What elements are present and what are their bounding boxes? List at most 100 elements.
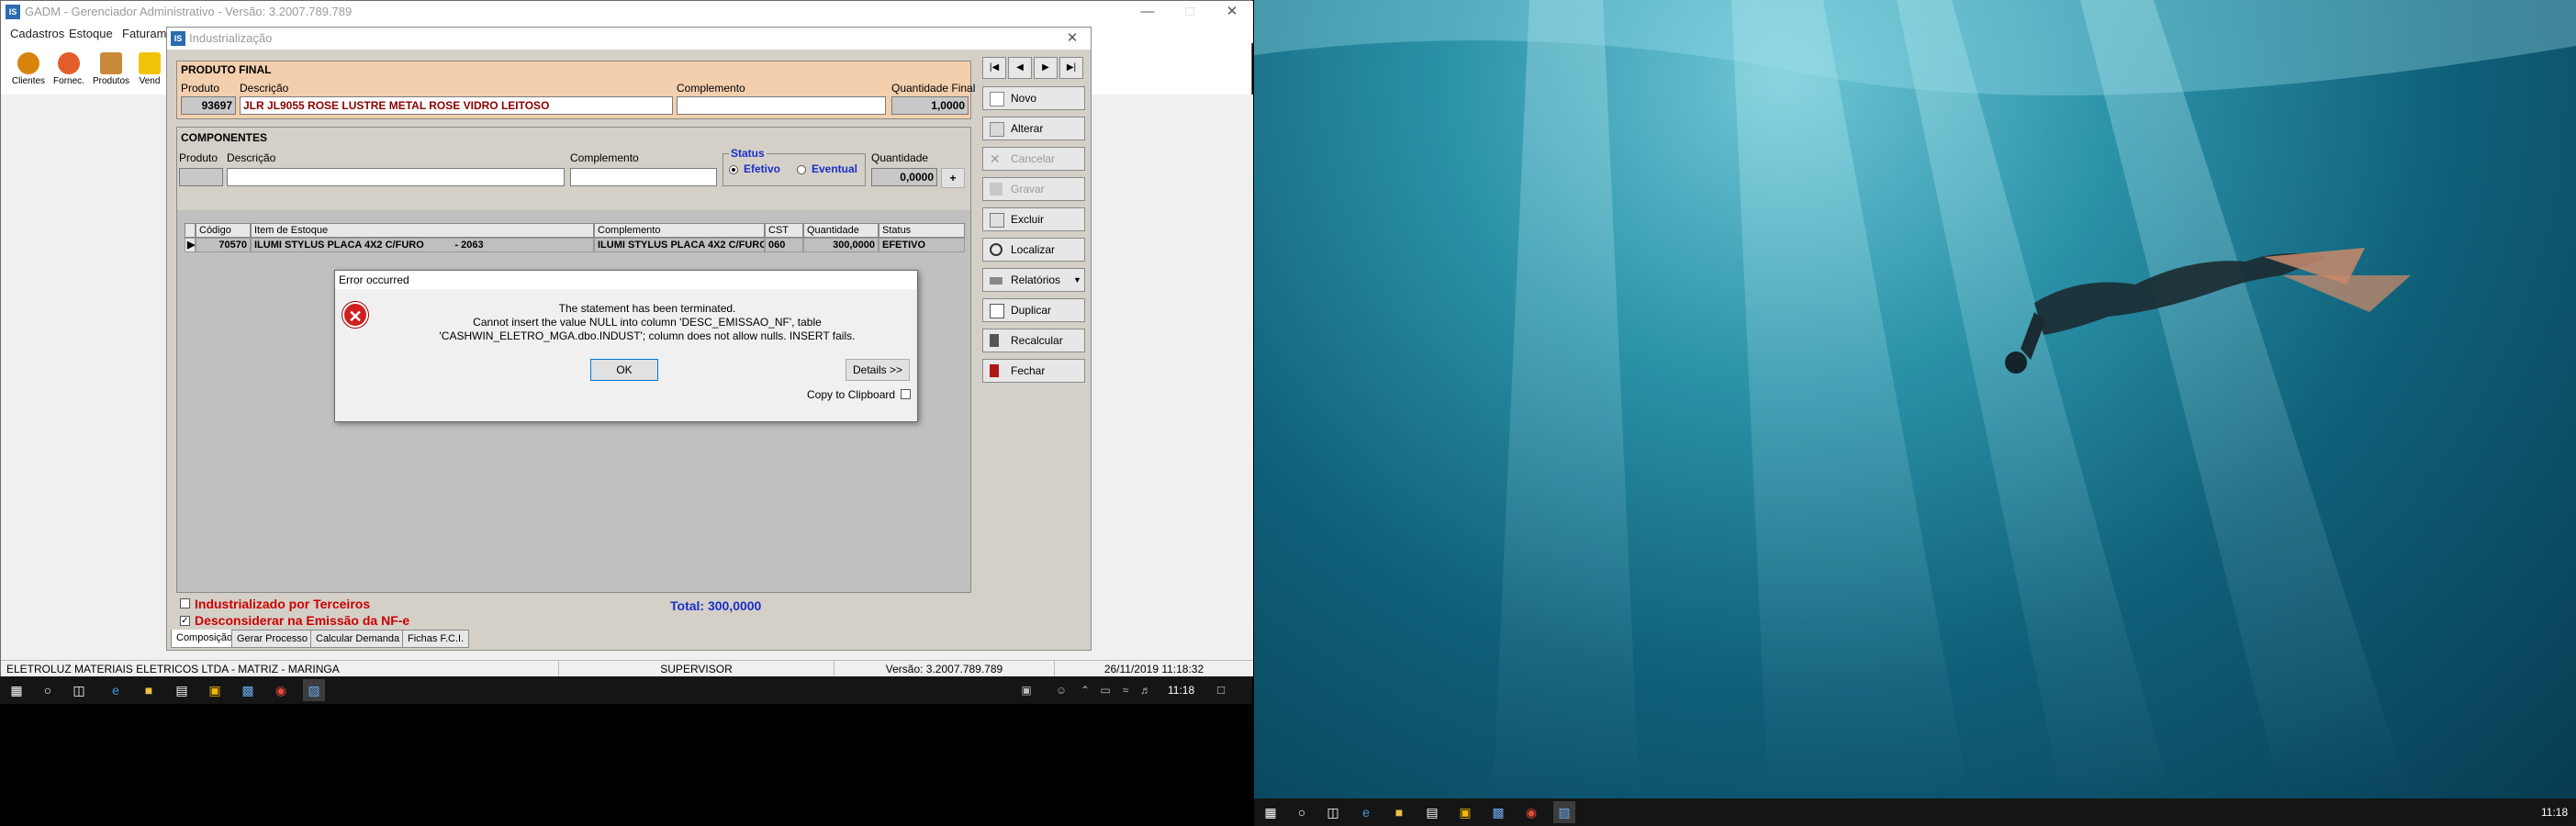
notification-icon[interactable]: □: [1210, 679, 1232, 701]
col-codigo[interactable]: Código: [196, 223, 251, 238]
people-icon[interactable]: ☺: [1050, 679, 1072, 701]
menu-faturamento[interactable]: Faturam: [122, 27, 166, 40]
comp-produto-field[interactable]: [179, 168, 223, 186]
app-yellow-icon[interactable]: ▣: [1454, 801, 1476, 823]
edge-icon[interactable]: e: [1355, 801, 1377, 823]
volume-icon[interactable]: ♬: [1135, 679, 1157, 701]
chevron-up-icon[interactable]: ⌃: [1074, 679, 1096, 701]
minimize-icon[interactable]: —: [1126, 1, 1169, 23]
col-cst[interactable]: CST: [765, 223, 803, 238]
copy-to-clipboard-checkbox[interactable]: [901, 389, 911, 399]
cell-cst: 060: [765, 238, 803, 252]
descricao-field[interactable]: JLR JL9055 ROSE LUSTRE METAL ROSE VIDRO …: [240, 96, 673, 115]
menu-estoque[interactable]: Estoque: [69, 27, 113, 40]
toolbar-fornec-button[interactable]: Fornec.: [49, 52, 89, 95]
tab-calcular-demanda[interactable]: Calcular Demanda: [310, 630, 406, 648]
edge-icon[interactable]: e: [105, 679, 127, 701]
comp-quantidade-field[interactable]: 0,0000: [871, 168, 937, 186]
taskbar-clock[interactable]: 11:18: [1168, 684, 1194, 697]
calculator-app-icon[interactable]: ▤: [1421, 801, 1443, 823]
main-titlebar[interactable]: IS GADM - Gerenciador Administrativo - V…: [1, 1, 1253, 23]
gadm-taskbar-icon[interactable]: ▨: [303, 679, 325, 701]
close-icon[interactable]: ✕: [1211, 1, 1253, 23]
comp-descricao-field[interactable]: [227, 168, 565, 186]
col-complemento[interactable]: Complemento: [594, 223, 765, 238]
app-network-icon[interactable]: ▩: [237, 679, 259, 701]
novo-button[interactable]: Novo: [982, 86, 1085, 110]
row-pointer-icon: ▶: [185, 238, 196, 252]
calculator-app-icon[interactable]: ▤: [171, 679, 193, 701]
gravar-button[interactable]: Gravar: [982, 177, 1085, 201]
dialog-titlebar[interactable]: Error occurred: [335, 271, 917, 289]
battery-icon[interactable]: ▭: [1094, 679, 1116, 701]
wifi-icon[interactable]: ≈: [1114, 679, 1137, 701]
recalcular-button[interactable]: Recalcular: [982, 329, 1085, 352]
tray-app-icon[interactable]: ▣: [1015, 679, 1037, 701]
person-icon: [17, 52, 39, 74]
tab-gerar-processo[interactable]: Gerar Processo: [231, 630, 314, 648]
duplicar-label: Duplicar: [1011, 304, 1052, 317]
child-titlebar[interactable]: IS Industrialização ✕: [167, 28, 1091, 50]
app-network-icon[interactable]: ▩: [1487, 801, 1509, 823]
chrome-icon[interactable]: ◉: [270, 679, 292, 701]
ok-button[interactable]: OK: [590, 359, 658, 381]
produto-field[interactable]: 93697: [181, 96, 236, 115]
status-version: Versão: 3.2007.789.789: [834, 661, 1055, 677]
toolbar-vendas-button[interactable]: Vend: [133, 52, 166, 95]
menu-cadastros[interactable]: Cadastros: [10, 27, 64, 40]
file-explorer-icon[interactable]: ■: [1388, 801, 1410, 823]
last-record-icon[interactable]: ▶|: [1059, 57, 1083, 79]
add-component-button[interactable]: +: [941, 168, 965, 188]
fechar-button[interactable]: Fechar: [982, 359, 1085, 383]
localizar-button[interactable]: Localizar: [982, 238, 1085, 262]
maximize-icon[interactable]: □: [1169, 1, 1211, 23]
produto-label: Produto: [181, 82, 220, 95]
comp-complemento-field[interactable]: [570, 168, 717, 186]
tab-fichas-fci[interactable]: Fichas F.C.I.: [402, 630, 470, 648]
desktop-wallpaper: [1254, 0, 2576, 798]
task-view-icon[interactable]: ◫: [68, 679, 90, 701]
toolbar-clientes-button[interactable]: Clientes: [8, 52, 49, 95]
tab-composicao[interactable]: Composição: [171, 630, 239, 648]
excluir-button[interactable]: Excluir: [982, 207, 1085, 231]
search-icon: [990, 243, 1002, 256]
first-record-icon[interactable]: |◀: [982, 57, 1006, 79]
task-view-icon[interactable]: ◫: [1322, 801, 1344, 823]
file-explorer-icon[interactable]: ■: [138, 679, 160, 701]
desconsiderar-checkbox[interactable]: ✓: [180, 616, 190, 626]
error-line-1: The statement has been terminated.: [558, 302, 736, 315]
windows-start-icon[interactable]: ▦: [1260, 801, 1282, 823]
chrome-icon[interactable]: ◉: [1520, 801, 1542, 823]
cancelar-button[interactable]: ✕ Cancelar: [982, 147, 1085, 171]
details-button[interactable]: Details >>: [846, 359, 910, 381]
recalcular-label: Recalcular: [1011, 334, 1063, 347]
gadm-taskbar-icon[interactable]: ▨: [1553, 801, 1575, 823]
alterar-label: Alterar: [1011, 122, 1044, 135]
col-status[interactable]: Status: [879, 223, 965, 238]
duplicate-icon: [990, 304, 1004, 318]
prev-record-icon[interactable]: ◀: [1008, 57, 1032, 79]
eventual-radio[interactable]: [797, 165, 806, 174]
error-message: The statement has been terminated. Canno…: [381, 302, 913, 343]
taskbar-clock[interactable]: 11:18: [2541, 806, 2568, 819]
relatorios-button[interactable]: Relatórios ▼: [982, 268, 1085, 292]
duplicar-button[interactable]: Duplicar: [982, 298, 1085, 322]
child-close-icon[interactable]: ✕: [1056, 28, 1089, 50]
windows-start-icon[interactable]: ▦: [6, 679, 28, 701]
error-line-3: 'CASHWIN_ELETRO_MGA.dbo.INDUST'; column …: [439, 329, 856, 342]
cortana-icon[interactable]: ○: [1291, 801, 1313, 823]
col-quantidade[interactable]: Quantidade: [803, 223, 879, 238]
main-window-title: GADM - Gerenciador Administrativo - Vers…: [25, 5, 353, 18]
terceiros-checkbox[interactable]: [180, 598, 190, 608]
row-indicator-header: [185, 223, 196, 238]
table-row[interactable]: ▶ 70570 ILUMI STYLUS PLACA 4X2 C/FURO - …: [185, 238, 965, 252]
efetivo-radio[interactable]: [729, 165, 738, 174]
alterar-button[interactable]: Alterar: [982, 117, 1085, 140]
quantidade-final-field[interactable]: 1,0000: [891, 96, 969, 115]
col-item-estoque[interactable]: Item de Estoque: [251, 223, 594, 238]
complemento-field[interactable]: [677, 96, 886, 115]
toolbar-produtos-button[interactable]: Produtos: [91, 52, 131, 95]
app-yellow-icon[interactable]: ▣: [204, 679, 226, 701]
next-record-icon[interactable]: ▶: [1034, 57, 1058, 79]
cortana-icon[interactable]: ○: [37, 679, 59, 701]
